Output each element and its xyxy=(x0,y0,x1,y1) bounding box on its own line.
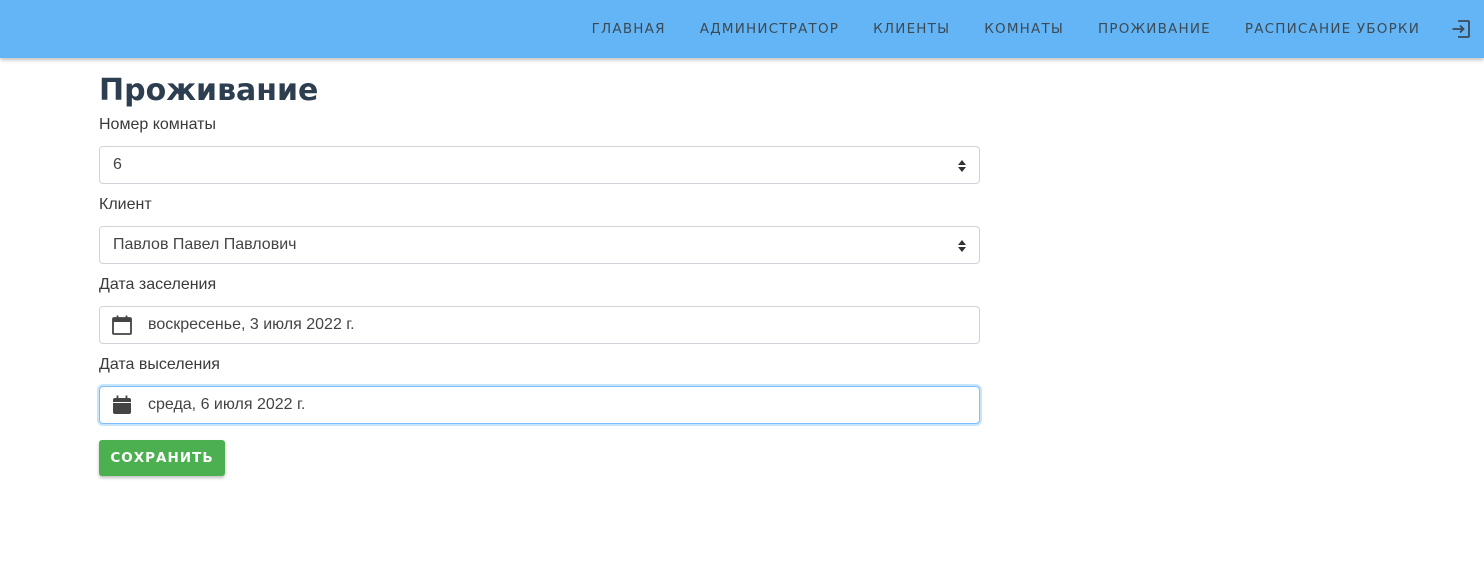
checkin-date-value: воскресенье, 3 июля 2022 г. xyxy=(148,316,355,333)
checkin-date-label: Дата заселения xyxy=(99,276,217,293)
nav-item-cleaning-schedule[interactable]: РАСПИСАНИЕ УБОРКИ xyxy=(1245,21,1420,37)
nav-item-rooms[interactable]: КОМНАТЫ xyxy=(984,21,1064,37)
checkout-date-field[interactable]: среда, 6 июля 2022 г. xyxy=(99,386,980,424)
nav-item-clients[interactable]: КЛИЕНТЫ xyxy=(873,21,950,37)
client-value: Павлов Павел Павлович xyxy=(113,236,297,253)
nav-item-home[interactable]: ГЛАВНАЯ xyxy=(592,21,666,37)
checkin-date-field[interactable]: воскресенье, 3 июля 2022 г. xyxy=(99,306,980,344)
select-arrows-icon xyxy=(958,160,966,172)
logout-icon[interactable] xyxy=(1450,18,1472,40)
room-number-value: 6 xyxy=(113,156,122,173)
select-arrows-icon xyxy=(958,240,966,252)
top-navbar: ГЛАВНАЯ АДМИНИСТРАТОР КЛИЕНТЫ КОМНАТЫ ПР… xyxy=(0,0,1484,58)
room-number-select[interactable]: 6 xyxy=(99,146,980,184)
client-label: Клиент xyxy=(99,196,152,213)
nav-item-accommodation[interactable]: ПРОЖИВАНИЕ xyxy=(1098,21,1211,37)
client-select[interactable]: Павлов Павел Павлович xyxy=(99,226,980,264)
save-button[interactable]: СОХРАНИТЬ xyxy=(99,440,225,476)
page-title: Проживание xyxy=(99,73,319,108)
calendar-outline-icon[interactable] xyxy=(111,314,133,336)
calendar-filled-icon[interactable] xyxy=(111,394,133,416)
room-number-label: Номер комнаты xyxy=(99,116,216,133)
main-content: Проживание Номер комнаты 6 Клиент Павлов… xyxy=(99,58,980,476)
nav-item-administrator[interactable]: АДМИНИСТРАТОР xyxy=(700,21,839,37)
checkout-date-label: Дата выселения xyxy=(99,356,220,373)
checkout-date-value: среда, 6 июля 2022 г. xyxy=(148,396,306,413)
